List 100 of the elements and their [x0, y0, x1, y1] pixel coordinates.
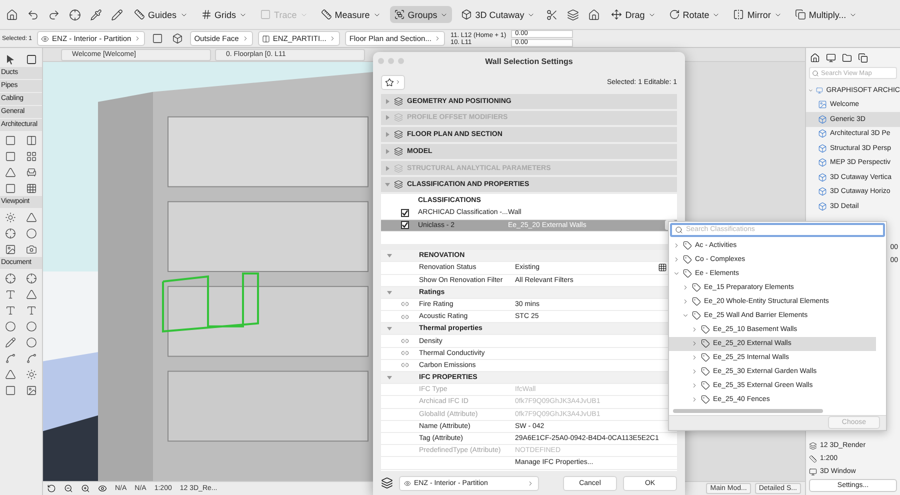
cube-icon: [818, 144, 827, 153]
palette-tool-icon[interactable]: [26, 150, 37, 162]
mirror-icon: [733, 9, 744, 20]
toolbar-tool[interactable]: Groups: [390, 6, 452, 23]
layers-icon: [394, 96, 403, 106]
palette-tool-icon[interactable]: [26, 336, 37, 348]
layers-icon: [394, 146, 403, 156]
palette-tool-icon[interactable]: [5, 336, 16, 348]
cube-icon: [461, 9, 472, 20]
palette-tool-icon[interactable]: [26, 212, 37, 222]
cube-icon: [818, 114, 827, 124]
image-icon: [818, 100, 827, 110]
zoom-out-icon[interactable]: [64, 484, 73, 493]
scissors-icon: [546, 8, 558, 20]
toolbar-tool[interactable]: Measure: [316, 6, 385, 23]
palette-tool-icon[interactable]: [26, 368, 37, 380]
toolbar-tool[interactable]: 3D Cutaway: [457, 6, 540, 23]
eye-icon: [41, 34, 50, 42]
chevron-right-icon[interactable]: [691, 340, 698, 348]
palette-tool-icon[interactable]: [5, 288, 16, 300]
monitor-icon: [809, 468, 817, 476]
favorites-button[interactable]: [381, 74, 405, 90]
home-button[interactable]: [4, 6, 20, 22]
chevron-right-icon: [527, 480, 534, 486]
palette-tool-icon[interactable]: [5, 150, 16, 162]
search-icon: [812, 70, 819, 76]
palette-tool-icon[interactable]: [5, 320, 16, 332]
palette-tool-icon[interactable]: [5, 384, 16, 396]
palette-tool-icon[interactable]: [26, 228, 37, 238]
chevron-right-icon[interactable]: [691, 382, 698, 390]
tag-icon: [701, 325, 710, 334]
edit-tool[interactable]: Rotate: [664, 6, 724, 23]
palette-tool-icon[interactable]: [5, 182, 16, 194]
palette-tool-icon[interactable]: [26, 304, 37, 316]
palette-tool-icon[interactable]: [5, 352, 16, 364]
palette-tool-icon[interactable]: [26, 134, 37, 146]
eye-icon: [404, 480, 411, 486]
palette-tool-icon[interactable]: [5, 212, 16, 222]
palette-tool-icon[interactable]: [26, 320, 37, 332]
crosshair-button[interactable]: [67, 6, 83, 22]
chevron-right-icon[interactable]: [682, 284, 689, 292]
chevron-right-icon[interactable]: [691, 368, 698, 376]
palette-tool-icon[interactable]: [5, 228, 16, 238]
zoom-in-icon[interactable]: [81, 484, 90, 493]
chevron-right-icon[interactable]: [673, 242, 680, 250]
chevron-right-icon: [395, 79, 401, 85]
eye-icon[interactable]: [98, 484, 107, 493]
tag-icon: [701, 353, 710, 362]
layers-icon: [567, 8, 580, 20]
tag-icon: [701, 367, 710, 376]
star-icon: [385, 78, 394, 86]
redo-icon: [48, 8, 60, 20]
pointer-icon[interactable]: [5, 54, 16, 64]
grid-icon[interactable]: [658, 263, 667, 272]
layers-icon: [809, 442, 817, 450]
palette-tool-icon[interactable]: [26, 272, 37, 284]
palette-tool-icon[interactable]: [5, 272, 16, 284]
edit-tool[interactable]: Drag: [607, 6, 660, 23]
chevron-right-icon[interactable]: [691, 354, 698, 362]
palette-tool-icon[interactable]: [26, 352, 37, 364]
tag-icon: [683, 241, 692, 250]
palette-tool-icon[interactable]: [5, 134, 16, 146]
edit-tool[interactable]: Mirror: [729, 6, 786, 23]
orbit-icon[interactable]: [47, 484, 56, 493]
folder-icon[interactable]: [842, 53, 852, 63]
palette-tool-icon[interactable]: [5, 166, 16, 178]
copy-icon[interactable]: [858, 53, 868, 63]
palette-tool-icon[interactable]: [26, 166, 37, 178]
palette-tool-icon[interactable]: [26, 182, 37, 194]
house-icon[interactable]: [810, 53, 820, 63]
cube-icon: [818, 202, 827, 211]
columns-icon: [262, 34, 270, 42]
edit-tool[interactable]: Multiply...: [790, 6, 862, 23]
palette-tool-icon[interactable]: [26, 384, 37, 396]
square-icon: [260, 9, 272, 20]
horizontal-scrollbar[interactable]: [673, 408, 823, 413]
tag-icon: [683, 269, 692, 278]
chevron-down-icon[interactable]: [682, 312, 689, 320]
dialog-title: Wall Selection Settings: [485, 56, 573, 66]
checkbox[interactable]: [401, 221, 409, 230]
copy-icon: [794, 9, 806, 20]
chevron-right-icon[interactable]: [682, 298, 689, 306]
palette-tool-icon[interactable]: [26, 288, 37, 300]
toolbar-tool[interactable]: Guides: [130, 6, 192, 23]
palette-tool-icon[interactable]: [5, 368, 16, 380]
chevron-right-icon[interactable]: [691, 396, 698, 404]
layers-button[interactable]: [565, 6, 582, 22]
checkbox[interactable]: [401, 208, 409, 217]
chevron-right-icon[interactable]: [691, 326, 698, 334]
toolbar-tool[interactable]: Grids: [196, 6, 252, 23]
pipette-button[interactable]: [88, 6, 104, 22]
marquee-icon[interactable]: [26, 54, 37, 64]
chevron-down-icon[interactable]: [673, 270, 680, 278]
palette-tool-icon[interactable]: [26, 244, 37, 254]
palette-tool-icon[interactable]: [5, 304, 16, 316]
chevron-right-icon[interactable]: [673, 256, 680, 264]
monitor-icon[interactable]: [826, 53, 836, 63]
tag-icon: [701, 339, 710, 348]
palette-tool-icon[interactable]: [5, 244, 16, 254]
pencil-button[interactable]: [109, 6, 125, 22]
